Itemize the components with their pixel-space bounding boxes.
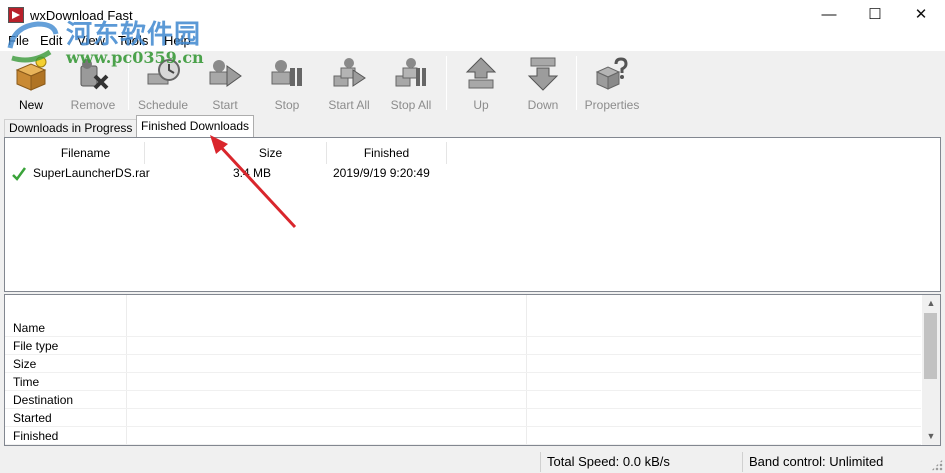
maximize-button[interactable]: ☐ [852,0,898,30]
down-label: Down [527,98,559,112]
stop-all-button[interactable]: Stop All [381,54,441,112]
tab-strip: Downloads in Progress Finished Downloads [0,114,945,138]
prop-row: File type [5,337,921,355]
properties-button[interactable]: Properties [582,54,642,112]
start-button[interactable]: Start [195,54,255,112]
vertical-scrollbar[interactable]: ▲ ▼ [922,295,940,445]
close-button[interactable]: ✕ [898,0,944,30]
stop-button[interactable]: Stop [257,54,317,112]
schedule-icon [147,59,180,85]
prop-row: Finished [5,427,921,445]
minimize-button[interactable]: — [806,0,852,30]
column-header-finished[interactable]: Finished [327,142,447,164]
band-control-status: Band control: Unlimited [742,452,930,472]
prop-row: Size [5,355,921,373]
up-arrow-icon [465,57,497,89]
stop-all-icon [395,58,426,87]
row-filename: SuperLauncherDS.rar [33,166,150,180]
start-icon [209,60,242,87]
prop-name: Size [13,357,37,371]
scroll-thumb[interactable] [924,313,937,379]
up-button[interactable]: Up [451,54,511,112]
prop-row: Name [5,319,921,337]
properties-icon [595,57,628,90]
scroll-up-icon[interactable]: ▲ [922,295,940,312]
prop-row: Time [5,373,921,391]
prop-row: Destination [5,391,921,409]
start-all-icon [333,58,366,87]
properties-grid[interactable]: Name File type Size Time Destination Sta… [4,294,941,446]
menu-file[interactable]: File [8,33,29,48]
app-icon [8,7,24,23]
resize-grip-icon[interactable] [931,459,943,471]
check-icon [12,167,27,181]
row-size: 3.4 MB [233,166,272,180]
title-bar: wxDownload Fast — ☐ ✕ [0,0,945,31]
tab-finished-downloads[interactable]: Finished Downloads [136,115,255,138]
stop-icon [271,60,302,86]
schedule-button[interactable]: Schedule [133,54,193,112]
menu-tools[interactable]: Tools [118,33,148,48]
status-bar: Total Speed: 0.0 kB/s Band control: Unli… [0,450,945,473]
remove-label: Remove [70,98,116,112]
prop-name: Time [13,375,40,389]
prop-row: Started [5,409,921,427]
prop-name: File type [13,339,59,353]
table-row[interactable]: SuperLauncherDS.rar 3.4 MB 2019/9/19 9:2… [5,164,940,184]
prop-name: Name [13,321,46,335]
properties-label: Properties [584,98,640,112]
row-finished: 2019/9/19 9:20:49 [333,166,430,180]
down-button[interactable]: Down [513,54,573,112]
toolbar: New Remove Schedule Start Stop Start All… [0,52,945,114]
stop-all-label: Stop All [390,98,432,112]
menu-bar: File Edit View Tools Help [0,31,945,51]
remove-button[interactable]: Remove [63,54,123,112]
start-all-button[interactable]: Start All [319,54,379,112]
remove-icon [80,59,109,90]
window-title: wxDownload Fast [30,8,133,23]
tab-downloads-in-progress[interactable]: Downloads in Progress [4,119,138,138]
new-button[interactable]: New [1,54,61,112]
menu-help[interactable]: Help [164,33,191,48]
menu-edit[interactable]: Edit [40,33,62,48]
column-header-size[interactable]: Size [215,142,327,164]
prop-name: Finished [13,429,59,443]
down-arrow-icon [527,57,559,91]
scroll-down-icon[interactable]: ▼ [922,428,940,445]
prop-name: Started [13,411,52,425]
menu-view[interactable]: View [77,33,105,48]
new-download-icon [15,56,47,91]
total-speed-status: Total Speed: 0.0 kB/s [540,452,742,472]
prop-name: Destination [13,393,74,407]
column-header-filename[interactable]: Filename [27,142,145,164]
finished-downloads-list[interactable]: Filename Size Finished SuperLauncherDS.r… [4,137,941,292]
